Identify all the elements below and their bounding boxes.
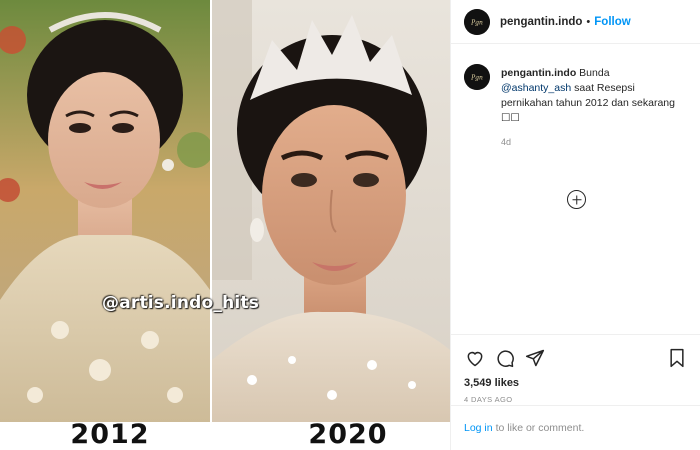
caption-time: 4d [501, 137, 512, 147]
login-link[interactable]: Log in [464, 422, 493, 434]
bookmark-icon[interactable] [666, 347, 688, 369]
post-media[interactable]: @artis.indo_hits 2012 2020 [0, 0, 450, 450]
svg-text:Pgn: Pgn [470, 19, 483, 26]
svg-text:Pgn: Pgn [470, 75, 483, 82]
photo-2020 [212, 0, 450, 422]
header-username[interactable]: pengantin.indo [500, 16, 582, 28]
year-label-2020: 2020 [308, 419, 388, 450]
post-date[interactable]: 4 DAYS AGO [464, 395, 688, 404]
caption-comment: Pgn pengantin.indo Bunda @ashanty_ash sa… [464, 64, 687, 150]
post-sidebar: Pgn pengantin.indo • Follow Pgn penganti… [450, 0, 700, 450]
caption-mention[interactable]: @ashanty_ash [501, 82, 571, 94]
year-label-2012: 2012 [70, 419, 150, 450]
likes-count[interactable]: 3,549 likes [464, 377, 688, 389]
login-prompt-text: to like or comment. [495, 422, 585, 434]
caption-username[interactable]: pengantin.indo [501, 67, 576, 79]
post-header: Pgn pengantin.indo • Follow [451, 0, 700, 44]
action-icons [464, 343, 688, 373]
photo-2012 [0, 0, 210, 422]
load-more-comments-button[interactable] [567, 190, 586, 209]
separator-dot: • [586, 15, 591, 28]
share-icon[interactable] [524, 347, 546, 369]
comments-section: Pgn pengantin.indo Bunda @ashanty_ash sa… [451, 44, 700, 340]
follow-button[interactable]: Follow [594, 16, 630, 28]
watermark-text: @artis.indo_hits [102, 293, 260, 313]
heart-icon[interactable] [464, 347, 486, 369]
avatar[interactable]: Pgn [464, 64, 490, 90]
caption-text-before: Bunda [579, 67, 610, 79]
avatar[interactable]: Pgn [464, 8, 490, 35]
login-prompt: Log in to like or comment. [451, 405, 700, 450]
post-actions: 3,549 likes 4 DAYS AGO [451, 334, 700, 404]
caption-body: pengantin.indo Bunda @ashanty_ash saat R… [501, 66, 681, 150]
comment-icon[interactable] [494, 347, 516, 369]
